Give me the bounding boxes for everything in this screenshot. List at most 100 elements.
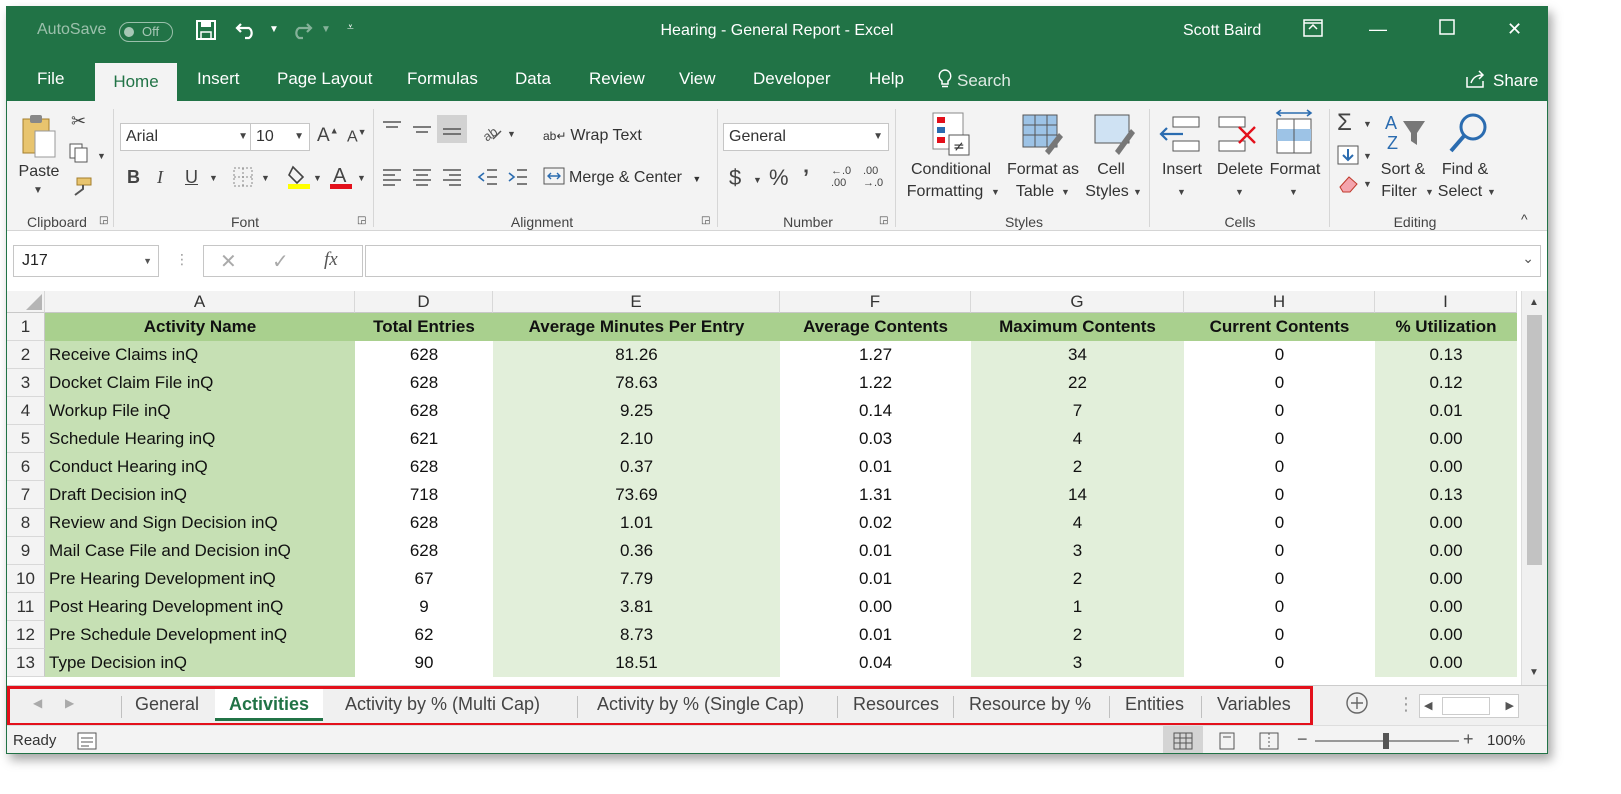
table-cell[interactable]: 628 — [355, 397, 493, 425]
table-cell[interactable]: 0 — [1184, 481, 1375, 509]
add-sheet-icon[interactable] — [1345, 691, 1369, 720]
format-as-table-label-1[interactable]: Format as — [1001, 159, 1085, 181]
table-cell[interactable]: 0 — [1184, 453, 1375, 481]
sheet-tab-activity-multi-cap[interactable]: Activity by % (Multi Cap) — [345, 694, 540, 715]
table-cell[interactable]: 0.00 — [1375, 565, 1517, 593]
fill-color-dropdown-icon[interactable]: ▼ — [313, 173, 322, 183]
format-as-table-icon[interactable] — [1021, 111, 1063, 155]
table-cell[interactable]: 90 — [355, 649, 493, 677]
borders-icon[interactable] — [233, 167, 253, 192]
tab-page-layout[interactable]: Page Layout — [277, 69, 372, 89]
format-as-table-label-2[interactable]: Table — [1007, 181, 1063, 203]
header-cell[interactable]: Maximum Contents — [971, 313, 1184, 341]
table-cell[interactable]: 0.00 — [1375, 537, 1517, 565]
zoom-out-icon[interactable]: − — [1297, 729, 1308, 750]
column-header-g[interactable]: G — [971, 291, 1184, 313]
borders-dropdown-icon[interactable]: ▼ — [261, 173, 270, 183]
find-select-label-1[interactable]: Find & — [1433, 159, 1497, 181]
row-header[interactable]: 9 — [7, 537, 45, 565]
increase-decimal-icon[interactable]: ←.0.00 — [831, 165, 851, 189]
table-cell[interactable]: 73.69 — [493, 481, 780, 509]
share-button[interactable]: Share — [1465, 69, 1538, 94]
cell-styles-label-2[interactable]: Styles — [1079, 181, 1135, 203]
tab-developer[interactable]: Developer — [753, 69, 831, 89]
header-cell[interactable]: Average Minutes Per Entry — [493, 313, 780, 341]
row-header[interactable]: 7 — [7, 481, 45, 509]
align-left-icon[interactable] — [381, 167, 403, 192]
tab-data[interactable]: Data — [515, 69, 551, 89]
ribbon-display-icon[interactable] — [1303, 19, 1323, 42]
table-cell[interactable]: 0.03 — [780, 425, 971, 453]
table-cell[interactable]: Schedule Hearing inQ — [45, 425, 355, 453]
table-cell[interactable]: 4 — [971, 509, 1184, 537]
delete-cells-icon[interactable] — [1217, 113, 1257, 157]
tab-insert[interactable]: Insert — [197, 69, 240, 89]
chevron-down-icon[interactable]: ▼ — [1177, 187, 1186, 197]
table-cell[interactable]: 78.63 — [493, 369, 780, 397]
merge-center-button[interactable]: Merge & Center ▼ — [543, 167, 701, 192]
table-cell[interactable]: 34 — [971, 341, 1184, 369]
row-header[interactable]: 3 — [7, 369, 45, 397]
table-cell[interactable]: 2 — [971, 565, 1184, 593]
table-cell[interactable]: 0.00 — [1375, 593, 1517, 621]
table-cell[interactable]: 3 — [971, 537, 1184, 565]
table-cell[interactable]: 7.79 — [493, 565, 780, 593]
number-format-combo[interactable]: General ▼ — [723, 123, 889, 151]
align-middle-icon[interactable] — [411, 119, 433, 144]
italic-button[interactable]: I — [157, 167, 163, 188]
wrap-text-button[interactable]: ab↵ Wrap Text — [543, 125, 642, 147]
column-header-a[interactable]: A — [45, 291, 355, 313]
grow-font-icon[interactable]: A▲ — [317, 125, 339, 147]
table-cell[interactable]: 7 — [971, 397, 1184, 425]
name-box[interactable]: J17 ▼ — [13, 245, 159, 277]
table-cell[interactable]: 0.01 — [780, 565, 971, 593]
copy-dropdown-icon[interactable]: ▼ — [97, 151, 106, 161]
fill-color-icon[interactable] — [287, 163, 311, 194]
sheet-tab-resources[interactable]: Resources — [853, 694, 939, 715]
increase-indent-icon[interactable] — [507, 167, 529, 192]
table-cell[interactable]: Conduct Hearing inQ — [45, 453, 355, 481]
insert-cells-icon[interactable] — [1159, 113, 1200, 157]
next-sheet-icon[interactable]: ▶ — [65, 696, 74, 710]
table-cell[interactable]: 621 — [355, 425, 493, 453]
zoom-slider-thumb[interactable] — [1383, 733, 1389, 749]
cancel-icon[interactable]: ✕ — [220, 249, 237, 274]
table-cell[interactable]: Workup File inQ — [45, 397, 355, 425]
user-name[interactable]: Scott Baird — [1183, 22, 1261, 40]
sort-filter-icon[interactable]: AZ — [1383, 111, 1425, 155]
tab-file[interactable]: File — [37, 69, 64, 89]
row-header[interactable]: 5 — [7, 425, 45, 453]
alignment-launcher-icon[interactable]: ◲ — [701, 215, 710, 226]
table-cell[interactable]: 62 — [355, 621, 493, 649]
font-launcher-icon[interactable]: ◲ — [357, 215, 366, 226]
paste-label[interactable]: Paste — [15, 161, 63, 183]
table-cell[interactable]: 0.01 — [1375, 397, 1517, 425]
table-cell[interactable]: 0 — [1184, 425, 1375, 453]
chevron-down-icon[interactable]: ▼ — [1235, 187, 1244, 197]
close-icon[interactable]: ✕ — [1507, 19, 1522, 40]
fill-icon[interactable] — [1337, 145, 1359, 170]
enter-icon[interactable]: ✓ — [272, 249, 289, 274]
header-cell[interactable]: % Utilization — [1375, 313, 1517, 341]
currency-button[interactable]: $ — [729, 165, 741, 191]
decrease-decimal-icon[interactable]: .00 →.0 — [863, 165, 883, 189]
find-select-label-2[interactable]: Select — [1431, 181, 1489, 203]
table-cell[interactable]: 81.26 — [493, 341, 780, 369]
clear-icon[interactable] — [1337, 173, 1359, 198]
autosum-icon[interactable]: Σ — [1337, 109, 1352, 137]
table-cell[interactable]: Docket Claim File inQ — [45, 369, 355, 397]
table-cell[interactable]: 0 — [1184, 593, 1375, 621]
format-cells-label[interactable]: Format — [1263, 159, 1327, 181]
macro-recording-icon[interactable] — [77, 732, 97, 753]
zoom-level[interactable]: 100% — [1487, 732, 1525, 749]
scroll-left-icon[interactable]: ◀ — [1424, 699, 1432, 712]
header-cell[interactable]: Average Contents — [780, 313, 971, 341]
table-cell[interactable]: 0.00 — [1375, 425, 1517, 453]
insert-cells-label[interactable]: Insert — [1153, 159, 1211, 181]
cell-styles-label-1[interactable]: Cell — [1083, 159, 1139, 181]
page-layout-view-icon[interactable] — [1217, 732, 1237, 753]
table-cell[interactable]: Mail Case File and Decision inQ — [45, 537, 355, 565]
table-cell[interactable]: 18.51 — [493, 649, 780, 677]
tab-formulas[interactable]: Formulas — [407, 69, 478, 89]
expand-formula-icon[interactable]: ⌄ — [1522, 250, 1534, 267]
